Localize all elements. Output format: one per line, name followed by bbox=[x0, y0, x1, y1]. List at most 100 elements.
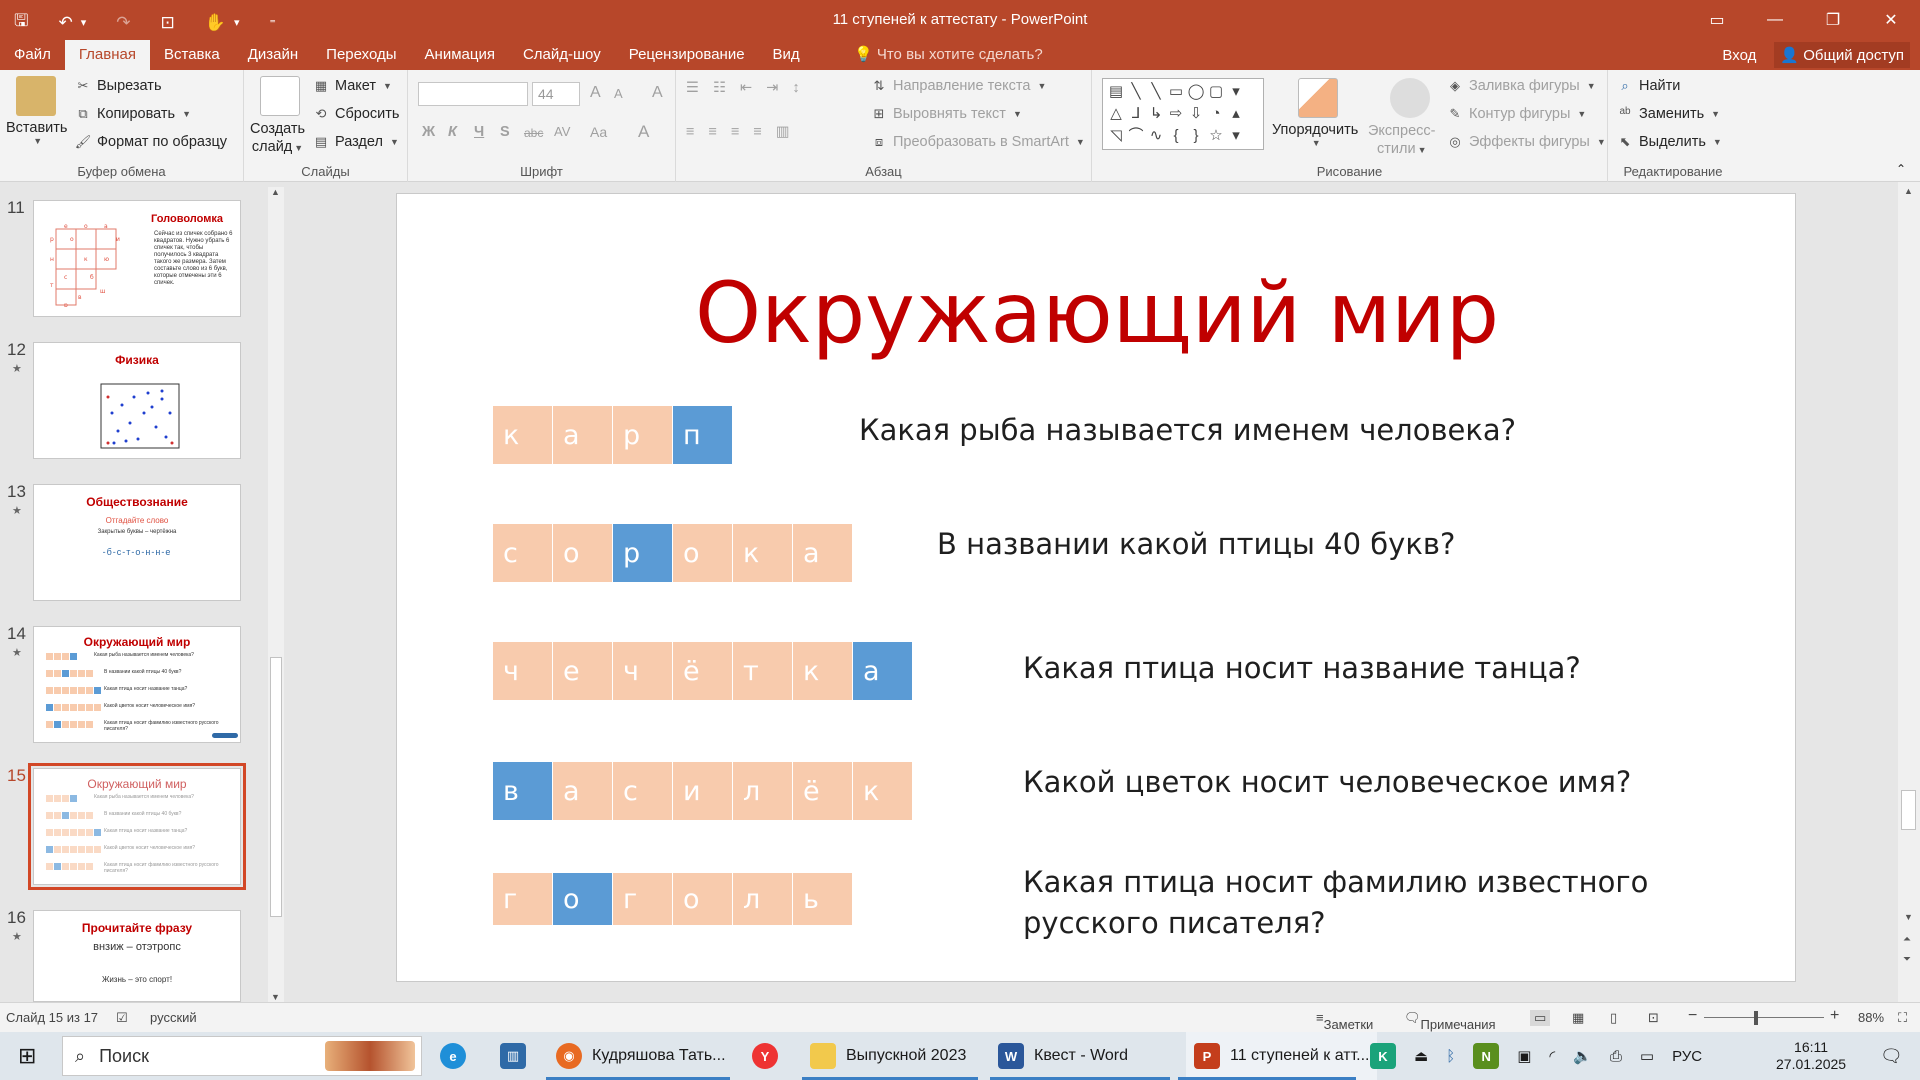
copy-button[interactable]: ⧉ Копировать ▼ bbox=[74, 106, 191, 122]
align-center-icon[interactable]: ≡ bbox=[708, 124, 716, 140]
comments-button[interactable]: 🗨 Примечания bbox=[1404, 1010, 1496, 1032]
zoom-slider[interactable] bbox=[1704, 1017, 1824, 1018]
layout-button[interactable]: ▦ Макет ▼ bbox=[312, 78, 392, 94]
clear-format-icon[interactable]: A bbox=[652, 84, 663, 102]
shape-outline-button[interactable]: ✎ Контур фигуры ▼ bbox=[1446, 106, 1587, 122]
tab-0[interactable]: Файл bbox=[0, 40, 65, 70]
bullets-icon[interactable]: ☰ bbox=[686, 80, 699, 96]
align-right-icon[interactable]: ≡ bbox=[731, 124, 739, 140]
bold-button[interactable]: Ж bbox=[422, 124, 435, 140]
shape-option-icon[interactable]: { bbox=[1166, 125, 1186, 147]
printer-icon[interactable]: ⎙ bbox=[1610, 1048, 1622, 1065]
tell-me-box[interactable]: 💡 Что вы хотите сделать? bbox=[842, 40, 1057, 70]
scroll-down-icon[interactable]: ▼ bbox=[271, 992, 280, 1002]
shape-effects-button[interactable]: ◎ Эффекты фигуры ▼ bbox=[1446, 134, 1605, 150]
language-indicator[interactable]: русский bbox=[150, 1010, 197, 1025]
slide-thumbnail-12[interactable]: Физика bbox=[33, 342, 241, 459]
answer-word-3[interactable]: ч е ч ё т к а bbox=[493, 642, 912, 700]
shape-option-icon[interactable]: ▴ bbox=[1226, 103, 1246, 125]
signin-link[interactable]: Вход bbox=[1722, 47, 1756, 64]
shape-option-icon[interactable]: ⌒ bbox=[1126, 125, 1146, 147]
tab-6[interactable]: Слайд-шоу bbox=[509, 40, 615, 70]
answer-word-1[interactable]: к а р п bbox=[493, 406, 732, 464]
justify-icon[interactable]: ≡ bbox=[753, 124, 761, 140]
shape-option-icon[interactable]: ⇩ bbox=[1186, 103, 1206, 125]
shapes-gallery[interactable]: ▤ ╲ ╲ ▭ ◯ ▢ ▾ △ ⅃ ↳ ⇨ ⇩ ◔ ▴ ◹ ⌒ ∿{} ☆ ▾ bbox=[1102, 78, 1264, 150]
slide-title[interactable]: Окружающий мир bbox=[397, 264, 1797, 362]
edge-icon[interactable]: e bbox=[440, 1032, 466, 1080]
shape-option-icon[interactable]: △ bbox=[1106, 103, 1126, 125]
clock[interactable]: 16:11 27.01.2025 bbox=[1776, 1032, 1846, 1080]
zoom-level[interactable]: 88% bbox=[1858, 1010, 1884, 1025]
thumbnail-scrollbar[interactable]: ▲ ▼ bbox=[268, 187, 284, 1002]
folder-taskbar-item[interactable]: Выпускной 2023 bbox=[810, 1032, 966, 1080]
shape-option-icon[interactable]: ▢ bbox=[1206, 81, 1226, 103]
question-2[interactable]: В названии какой птицы 40 букв? bbox=[937, 524, 1455, 565]
previous-slide-icon[interactable]: ⏶ bbox=[1903, 934, 1911, 945]
find-button[interactable]: ⌕ Найти bbox=[1616, 78, 1680, 94]
align-left-icon[interactable]: ≡ bbox=[686, 124, 694, 140]
nvidia-icon[interactable]: N bbox=[1473, 1043, 1500, 1069]
shape-option-icon[interactable]: ▤ bbox=[1106, 81, 1126, 103]
scrollbar-thumb[interactable] bbox=[1901, 790, 1916, 830]
shape-option-icon[interactable]: ◯ bbox=[1186, 81, 1206, 103]
shape-option-icon[interactable]: ⅃ bbox=[1126, 103, 1146, 125]
editor-scrollbar[interactable]: ▲ ▼ ⏶ ⏷ bbox=[1898, 182, 1920, 1002]
scrollbar-thumb[interactable] bbox=[270, 657, 282, 917]
slide-sorter-icon[interactable]: ▦ bbox=[1572, 1010, 1584, 1026]
strikethrough-button[interactable]: abc bbox=[524, 126, 543, 140]
bluetooth-icon[interactable]: ᛒ bbox=[1446, 1048, 1455, 1065]
replace-button[interactable]: ab Заменить ▼ bbox=[1616, 106, 1720, 122]
zoom-slider-thumb[interactable] bbox=[1754, 1011, 1758, 1025]
new-slide-button[interactable]: Создать слайд ▼ bbox=[250, 120, 305, 157]
close-button[interactable]: ✕ bbox=[1862, 0, 1920, 40]
language-indicator[interactable]: РУС bbox=[1672, 1048, 1702, 1065]
shape-fill-button[interactable]: ◈ Заливка фигуры ▼ bbox=[1446, 78, 1596, 94]
shape-option-icon[interactable]: ▾ bbox=[1226, 125, 1246, 147]
tab-1[interactable]: Главная bbox=[64, 40, 150, 70]
wifi-icon[interactable]: ◜ bbox=[1549, 1047, 1555, 1065]
scroll-up-icon[interactable]: ▲ bbox=[271, 187, 280, 197]
numbering-icon[interactable]: ☷ bbox=[713, 80, 726, 96]
taskbar-search[interactable]: ⌕ Поиск bbox=[62, 1036, 422, 1076]
quick-styles-button[interactable]: Экспресс-стили ▼ bbox=[1368, 122, 1436, 159]
shape-option-icon[interactable]: ◔ bbox=[1206, 103, 1226, 125]
powerpoint-taskbar-item[interactable]: P 11 ступеней к атт... bbox=[1186, 1032, 1378, 1080]
change-case-button[interactable]: Aa bbox=[590, 124, 607, 140]
slide-15[interactable]: Окружающий мир к а р п Какая рыба называ… bbox=[396, 193, 1796, 982]
meet-icon[interactable]: ▣ bbox=[1517, 1047, 1531, 1065]
quick-styles-icon[interactable] bbox=[1390, 78, 1430, 118]
underline-button[interactable]: Ч bbox=[474, 124, 484, 140]
shape-option-icon[interactable]: ⇨ bbox=[1166, 103, 1186, 125]
windows-explorer-icon[interactable]: ▥ bbox=[500, 1032, 526, 1080]
font-size-field[interactable]: 44 bbox=[532, 82, 580, 106]
shape-option-icon[interactable]: ◹ bbox=[1106, 125, 1126, 147]
zoom-in-button[interactable]: + bbox=[1830, 1007, 1839, 1025]
speaker-icon[interactable]: 🔈 bbox=[1573, 1047, 1592, 1065]
text-direction-button[interactable]: ⇅ Направление текста ▼ bbox=[870, 78, 1047, 94]
answer-word-2[interactable]: с о р о к а bbox=[493, 524, 852, 582]
slide-thumbnail-16[interactable]: Прочитайте фразу внзиж – отэтропс Жизнь … bbox=[33, 910, 241, 1002]
tab-7[interactable]: Рецензирование bbox=[615, 40, 759, 70]
spellcheck-icon[interactable]: ☑ bbox=[116, 1010, 128, 1026]
select-button[interactable]: ⬉ Выделить ▼ bbox=[1616, 134, 1722, 150]
increase-indent-icon[interactable]: ⇥ bbox=[766, 80, 778, 96]
slide-thumbnail-14[interactable]: Окружающий мир Какая рыба называется име… bbox=[33, 626, 241, 743]
question-1[interactable]: Какая рыба называется именем человека? bbox=[859, 410, 1516, 451]
scroll-down-icon[interactable]: ▼ bbox=[1904, 912, 1913, 922]
shape-option-icon[interactable]: ▭ bbox=[1166, 81, 1186, 103]
question-5[interactable]: Какая птица носит фамилию известного рус… bbox=[1023, 862, 1648, 944]
firefox-taskbar-item[interactable]: ◉ Кудряшова Тать... bbox=[556, 1032, 726, 1080]
italic-button[interactable]: К bbox=[448, 124, 457, 140]
usb-icon[interactable]: ⏏ bbox=[1414, 1047, 1428, 1065]
restore-button[interactable]: ❐ bbox=[1804, 0, 1862, 40]
ribbon-display-icon[interactable]: ▭ bbox=[1688, 0, 1746, 40]
collapse-ribbon-icon[interactable]: ⌃ bbox=[1896, 162, 1906, 176]
shrink-font-icon[interactable]: A bbox=[614, 86, 623, 101]
notifications-icon[interactable]: 🗨 bbox=[1880, 1032, 1903, 1080]
shape-option-icon[interactable]: ↳ bbox=[1146, 103, 1166, 125]
paste-icon[interactable] bbox=[16, 76, 56, 116]
decrease-indent-icon[interactable]: ⇤ bbox=[740, 80, 752, 96]
new-slide-icon[interactable] bbox=[260, 76, 300, 116]
format-painter-button[interactable]: 🖌 Формат по образцу bbox=[74, 134, 227, 150]
